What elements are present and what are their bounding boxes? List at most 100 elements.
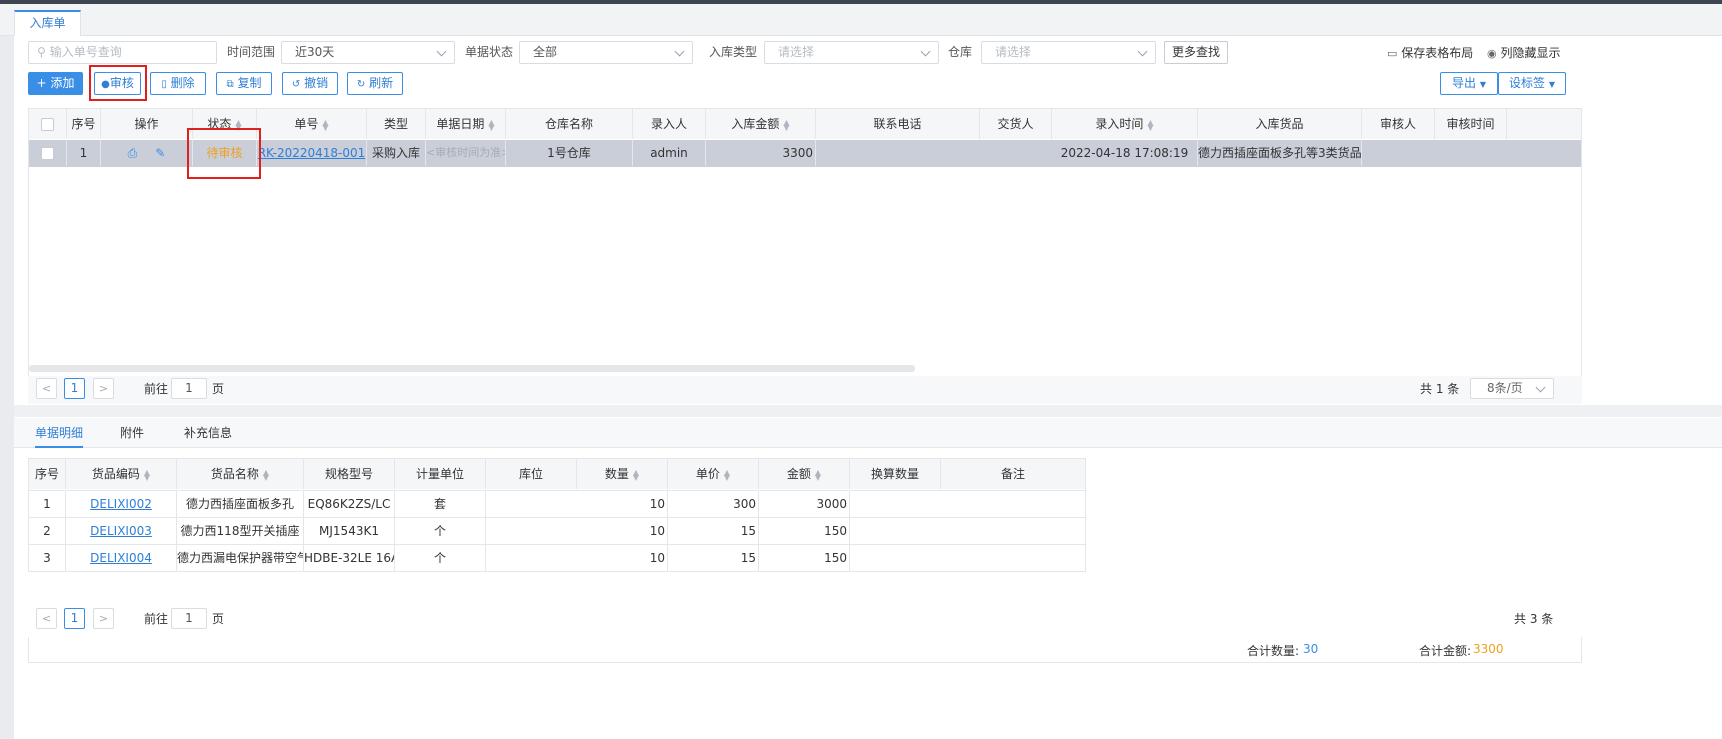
detail-cell-code: DELIXI003 [66, 518, 177, 544]
goods-code-link[interactable]: DELIXI003 [90, 524, 152, 538]
status-label: 单据状态 [465, 45, 514, 59]
header-status[interactable]: 状态 ▲ ▼ [193, 109, 257, 139]
edit-icon[interactable]: ✎ [155, 146, 165, 160]
row-warehouse: 1号仓库 [506, 140, 633, 166]
copy-button[interactable]: ⧉ 复制 [216, 72, 272, 95]
warehouse-select[interactable]: 请选择 [981, 41, 1156, 64]
set-tag-label: 设标签 [1509, 76, 1546, 90]
detail-cell-price: 15 [668, 518, 759, 544]
next-page-button[interactable]: > [93, 608, 114, 629]
delete-button[interactable]: ▯ 删除 [150, 72, 206, 95]
tab-detail[interactable]: 单据明细 [35, 418, 84, 448]
type-select[interactable]: 请选择 [764, 41, 939, 64]
header-op: 操作 [101, 109, 193, 139]
detail-cell-code: DELIXI002 [66, 491, 177, 517]
page-size-select[interactable]: 8条/页 [1470, 378, 1554, 399]
user-icon: ● [101, 79, 110, 90]
order-number[interactable]: RK-20220418-001 [258, 146, 366, 160]
row-checkbox-cell[interactable] [29, 140, 67, 166]
header-select-all[interactable] [29, 109, 67, 139]
total-amount-label: 合计金额: [1419, 644, 1472, 658]
delete-label: 删除 [170, 76, 195, 90]
sort-icon[interactable]: ▲ ▼ [488, 118, 494, 131]
print-icon[interactable]: ⎙ [128, 146, 138, 160]
sort-icon[interactable]: ▲ ▼ [724, 468, 730, 481]
add-button[interactable]: + 添加 [28, 72, 83, 95]
revoke-button[interactable]: ↺ 撤销 [282, 72, 338, 95]
refresh-label: 刷新 [369, 76, 394, 90]
sort-icon[interactable]: ▲ ▼ [322, 118, 328, 131]
detail-cell-code: DELIXI004 [66, 545, 177, 571]
revoke-label: 撤销 [304, 76, 329, 90]
sort-icon[interactable]: ▲ ▼ [235, 118, 241, 131]
warehouse-label: 仓库 [948, 45, 973, 59]
sort-icon[interactable]: ▲ ▼ [144, 468, 150, 481]
main-table: 序号 操作 状态 ▲ ▼ 单号 ▲ ▼ 类型 单据日期 ▲ ▼ 仓库名称 录入人 入库金额 ▲… [28, 108, 1582, 404]
refresh-button[interactable]: ↻ 刷新 [347, 72, 403, 95]
tab-strip: 入库单 [0, 4, 1722, 36]
page-1-button[interactable]: 1 [64, 378, 85, 399]
detail-row[interactable]: 1 DELIXI002 德力西插座面板多孔 EQ86K2ZS/LC 套 10 300 3000 [29, 490, 1085, 517]
header-no[interactable]: 单号 ▲ ▼ [257, 109, 367, 139]
export-button[interactable]: 导出 ▼ [1440, 72, 1498, 95]
more-search-button[interactable]: 更多查找 [1164, 41, 1228, 64]
tab-attachment[interactable]: 附件 [120, 418, 144, 448]
row-type: 采购入库 [367, 140, 426, 166]
horizontal-scrollbar[interactable] [29, 365, 915, 372]
refresh-icon: ↻ [356, 79, 366, 90]
checkbox[interactable] [41, 147, 54, 160]
row-date: <审核时间为准> [426, 140, 506, 166]
audit-button[interactable]: ●审核 [94, 72, 141, 95]
header-date[interactable]: 单据日期 ▲ ▼ [426, 109, 506, 139]
d-header-amount[interactable]: 金额 ▲ ▼ [759, 459, 850, 489]
d-header-price[interactable]: 单价 ▲ ▼ [668, 459, 759, 489]
trash-icon: ▯ [161, 79, 167, 90]
d-header-qty[interactable]: 数量 ▲ ▼ [577, 459, 668, 489]
sort-icon[interactable]: ▲ ▼ [263, 468, 269, 481]
header-filler [1507, 109, 1581, 139]
set-tag-button[interactable]: 设标签 ▼ [1498, 72, 1566, 95]
tab-inbound-order[interactable]: 入库单 [14, 10, 81, 36]
sort-icon[interactable]: ▲ ▼ [1147, 118, 1153, 131]
prev-page-button[interactable]: < [36, 608, 57, 629]
column-visibility-button[interactable]: ◉ 列隐藏显示 [1487, 44, 1560, 61]
detail-row[interactable]: 3 DELIXI004 德力西漏电保护器带空气开HDBE-32LE 16A 2个 10… [29, 544, 1085, 571]
section-divider [14, 405, 1722, 417]
order-number-link[interactable]: RK-20220418-001 [257, 140, 367, 166]
search-input[interactable]: ⚲ 输入单号查询 [28, 41, 217, 64]
status-select[interactable]: 全部 [519, 41, 693, 64]
page-unit-label: 页 [212, 612, 225, 626]
goto-page-input[interactable]: 1 [171, 378, 207, 399]
header-goods: 入库货品 [1198, 109, 1362, 139]
sort-icon[interactable]: ▲ ▼ [815, 468, 821, 481]
save-layout-label: 保存表格布局 [1401, 46, 1474, 60]
goto-page-input[interactable]: 1 [171, 608, 207, 629]
tab-supplement[interactable]: 补充信息 [184, 418, 232, 448]
sort-icon[interactable]: ▲ ▼ [633, 468, 639, 481]
detail-cell-name: 德力西漏电保护器带空气开 [177, 545, 304, 571]
save-layout-button[interactable]: ▭ 保存表格布局 [1387, 44, 1473, 61]
checkbox[interactable] [41, 118, 54, 131]
prev-page-button[interactable]: < [36, 378, 57, 399]
header-amount[interactable]: 入库金额 ▲ ▼ [706, 109, 816, 139]
d-header-remark: 备注 [941, 459, 1085, 489]
chevron-down-icon [920, 46, 931, 57]
goods-code-link[interactable]: DELIXI002 [90, 497, 152, 511]
header-entered-time[interactable]: 录入时间 ▲ ▼ [1052, 109, 1198, 139]
time-range-value: 近30天 [295, 45, 335, 59]
header-seq: 序号 [67, 109, 101, 139]
goods-code-link[interactable]: DELIXI004 [90, 551, 152, 565]
time-range-select[interactable]: 近30天 [281, 41, 455, 64]
sort-icon[interactable]: ▲ ▼ [783, 118, 789, 131]
detail-cell-spec: MJ1543K1 [304, 518, 395, 544]
detail-row[interactable]: 2 DELIXI003 德力西118型开关插座 MJ1543K1 个 10 15 150 [29, 517, 1085, 544]
copy-label: 复制 [237, 76, 262, 90]
d-header-qty-label: 数量 [604, 467, 629, 481]
d-header-name[interactable]: 货品名称 ▲ ▼ [177, 459, 304, 489]
table-row[interactable]: 1 ⎙ ✎ 待审核 RK-20220418-001 采购入库 <审核时间为准> 1… [29, 140, 1581, 167]
next-page-button[interactable]: > [93, 378, 114, 399]
type-label: 入库类型 [709, 45, 758, 59]
row-goods: 德力西插座面板多孔等3类货品 [1198, 140, 1362, 166]
page-1-button[interactable]: 1 [64, 608, 85, 629]
d-header-code[interactable]: 货品编码 ▲ ▼ [66, 459, 177, 489]
